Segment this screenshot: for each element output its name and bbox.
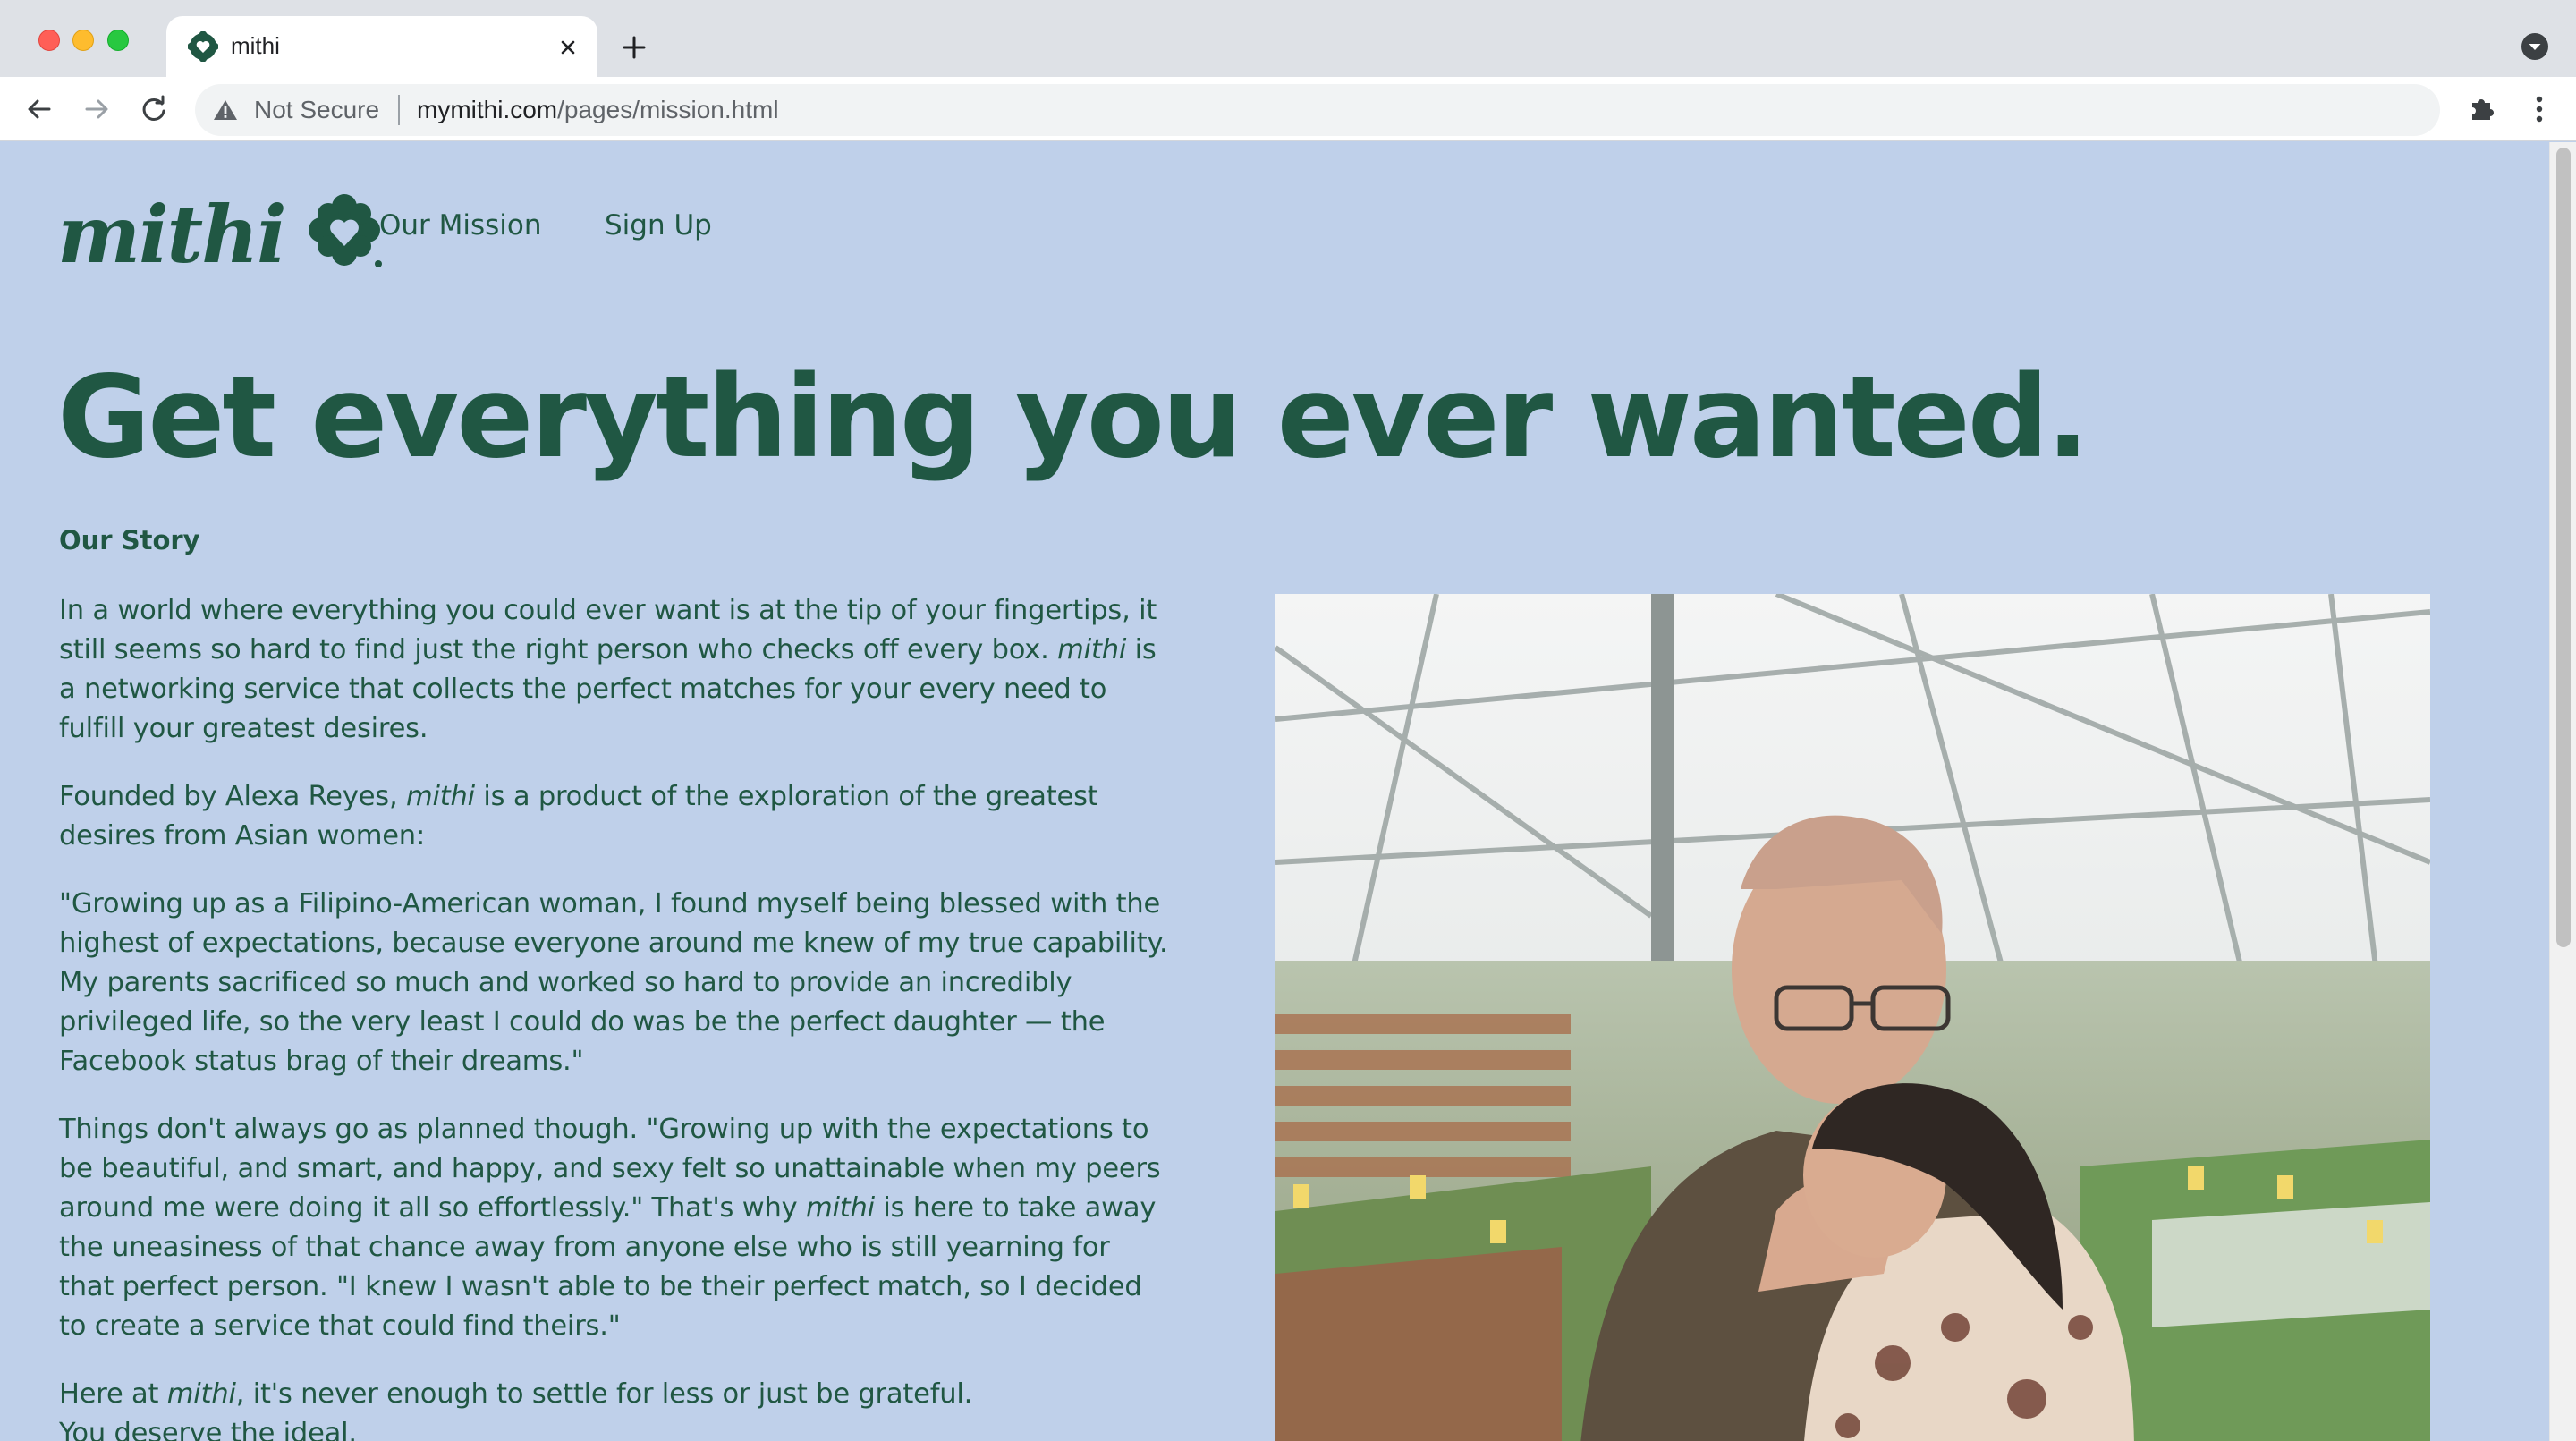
window-zoom-button[interactable]	[107, 30, 129, 51]
story-paragraph: "Growing up as a Filipino-American woman…	[59, 888, 1168, 1077]
close-icon[interactable]	[555, 34, 581, 61]
url-host: mymithi.com	[417, 96, 558, 123]
window-close-button[interactable]	[38, 30, 60, 51]
kebab-menu-icon[interactable]	[2524, 93, 2555, 125]
tab-title: mithi	[231, 32, 280, 59]
nav-our-mission[interactable]: Our Mission	[379, 209, 542, 242]
browser-tab-strip: mithi	[0, 0, 2576, 79]
browser-tab-mithi[interactable]: mithi	[166, 16, 597, 79]
url-text[interactable]: mymithi.com/pages/mission.html	[417, 96, 779, 124]
page-viewport: mithi Our Mission Sign Up Get everything…	[0, 142, 2576, 1441]
brand-name: mithi	[805, 1192, 875, 1224]
couple-photo	[1275, 594, 2430, 1441]
brand-name: mithi	[405, 781, 475, 812]
browser-toolbar: Not Secure mymithi.com/pages/mission.htm…	[0, 77, 2576, 141]
story-paragraph: Here at mithi, it's never enough to sett…	[59, 1375, 1168, 1414]
story-body: In a world where everything you could ev…	[59, 591, 1168, 1441]
nav-sign-up[interactable]: Sign Up	[605, 209, 712, 242]
plus-icon[interactable]	[619, 32, 649, 63]
story-paragraph: Founded by Alexa Reyes, mithi is a produ…	[59, 777, 1168, 856]
forward-icon[interactable]	[80, 93, 113, 125]
story-text: Here at	[59, 1378, 167, 1410]
page-headline: Get everything you ever wanted.	[57, 351, 2089, 483]
site-logo[interactable]: mithi	[57, 185, 387, 284]
address-bar[interactable]: Not Secure mymithi.com/pages/mission.htm…	[195, 84, 2440, 136]
story-text: , it's never enough to settle for less o…	[235, 1378, 973, 1410]
mithi-heart-icon	[188, 31, 218, 62]
story-paragraph: Things don't always go as planned though…	[59, 1110, 1168, 1346]
story-text: Founded by Alexa Reyes,	[59, 781, 406, 812]
reload-icon[interactable]	[138, 93, 170, 125]
warning-icon[interactable]	[213, 98, 238, 122]
page-scrollbar[interactable]	[2549, 142, 2576, 1441]
security-status-label[interactable]: Not Secure	[254, 96, 379, 124]
story-paragraph: You deserve the ideal.	[59, 1418, 357, 1441]
extensions-icon[interactable]	[2467, 93, 2497, 123]
address-divider	[398, 95, 400, 125]
url-path: /pages/mission.html	[557, 96, 779, 123]
mithi-heart-icon	[308, 194, 382, 267]
profile-dropdown-icon[interactable]	[2521, 32, 2549, 61]
scrollbar-thumb[interactable]	[2556, 148, 2571, 947]
story-paragraph: In a world where everything you could ev…	[59, 591, 1168, 749]
story-text: In a world where everything you could ev…	[59, 595, 1157, 665]
back-icon[interactable]	[23, 93, 55, 125]
story-heading: Our Story	[59, 525, 200, 555]
logo-wordmark: mithi	[57, 188, 287, 281]
brand-name: mithi	[1057, 634, 1127, 665]
window-minimize-button[interactable]	[72, 30, 94, 51]
brand-name: mithi	[166, 1378, 236, 1410]
